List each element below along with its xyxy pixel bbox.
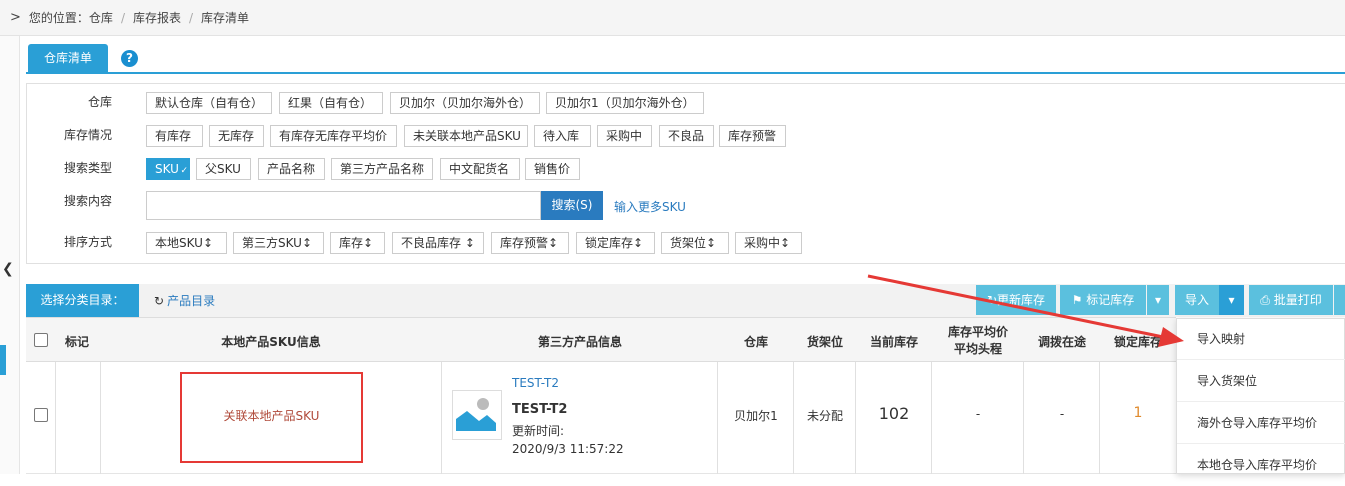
annotation-arrow: [867, 274, 1184, 347]
